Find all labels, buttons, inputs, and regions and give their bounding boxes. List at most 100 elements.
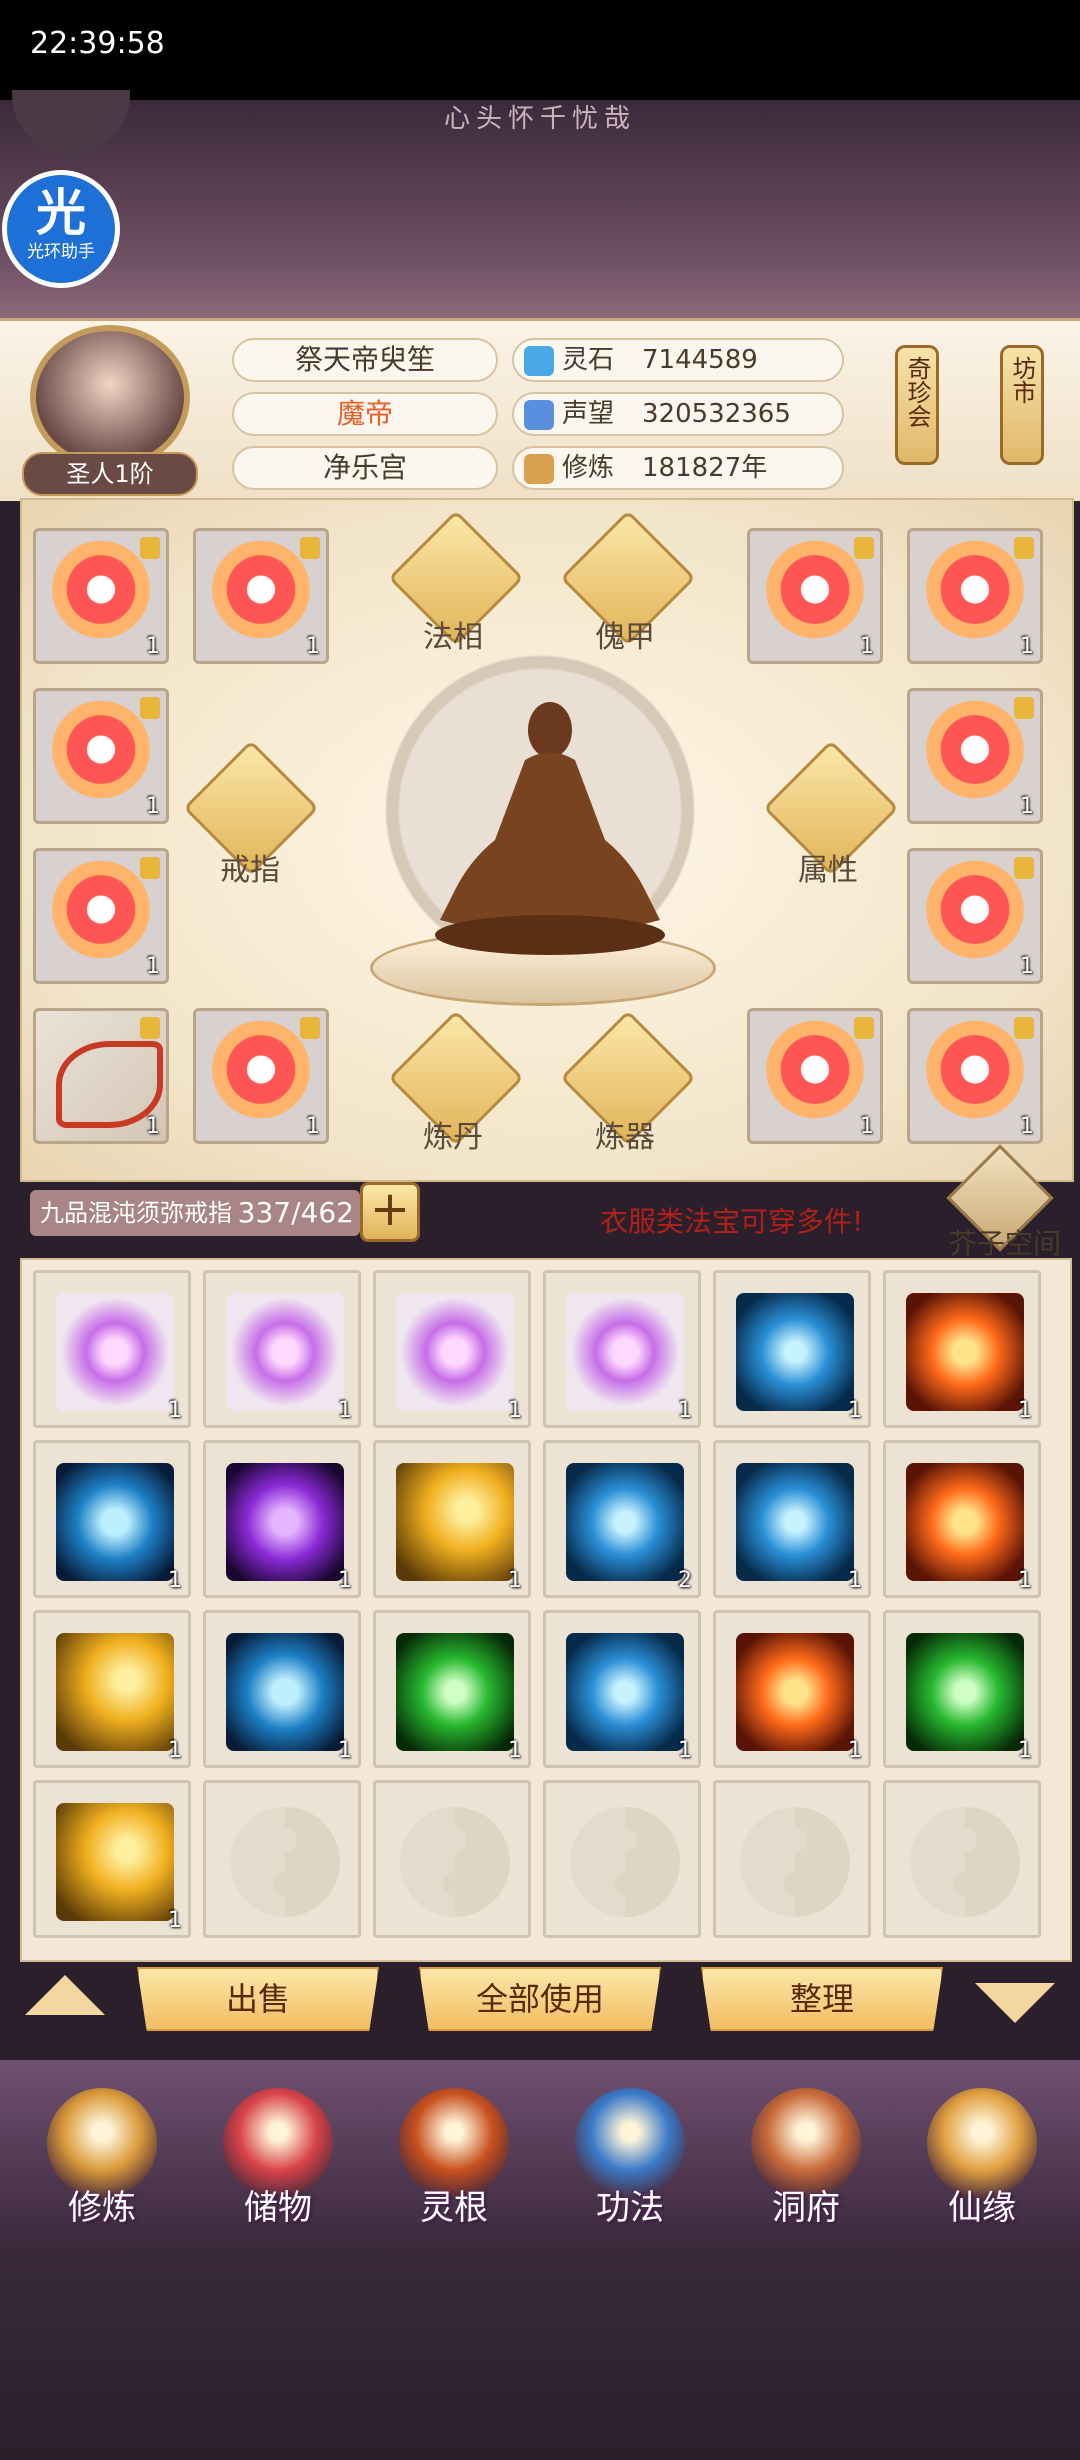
bag-item[interactable]: 2 [543, 1440, 701, 1598]
empty-bag-slot[interactable] [203, 1780, 361, 1938]
cultivation-icon [524, 453, 554, 484]
bag-item[interactable]: 1 [713, 1610, 871, 1768]
empty-bag-slot[interactable] [543, 1780, 701, 1938]
lock-icon [1014, 1017, 1034, 1039]
bag-item[interactable]: 1 [203, 1440, 361, 1598]
blue-item-icon [736, 1293, 854, 1411]
helper-badge[interactable]: 光 光环助手 [2, 170, 120, 288]
bag-item[interactable]: 1 [33, 1440, 191, 1598]
equipped-slot[interactable]: 1 [193, 528, 329, 664]
bag-item[interactable]: 1 [543, 1610, 701, 1768]
market-button[interactable]: 坊市 [1000, 345, 1044, 465]
nav-item-2[interactable]: 灵根 [374, 2080, 534, 2250]
bag-item[interactable]: 1 [543, 1270, 701, 1428]
nav-item-3[interactable]: 功法 [550, 2080, 710, 2250]
item-count: 1 [508, 1568, 522, 1593]
nav-item-4[interactable]: 洞府 [726, 2080, 886, 2250]
empty-bag-slot[interactable] [713, 1780, 871, 1938]
lock-icon [300, 537, 320, 559]
purple-item-icon [226, 1463, 344, 1581]
gold-item-icon [396, 1463, 514, 1581]
expand-storage-button[interactable]: + [360, 1182, 420, 1242]
status-bar: 22:39:58 [0, 0, 1080, 100]
ghost-item-icon [56, 1463, 174, 1581]
bag-item[interactable]: 1 [373, 1440, 531, 1598]
bag-item[interactable]: 1 [203, 1270, 361, 1428]
page-down-arrow-icon[interactable] [975, 1983, 1055, 2023]
equipped-slot[interactable]: 1 [907, 848, 1043, 984]
lock-icon [140, 857, 160, 879]
equipped-slot[interactable]: 1 [747, 1008, 883, 1144]
bag-item[interactable]: 1 [373, 1270, 531, 1428]
equipped-slot[interactable]: 1 [33, 688, 169, 824]
equipped-slot[interactable]: 1 [907, 528, 1043, 664]
poem-text: 心头怀千忧哉 [443, 104, 636, 134]
lock-icon [140, 537, 160, 559]
equipped-slot[interactable]: 1 [907, 688, 1043, 824]
player-faction: 净乐宫 [232, 446, 498, 490]
bag-item[interactable]: 1 [33, 1610, 191, 1768]
stat-value: 320532365 [642, 399, 791, 429]
item-count: 1 [1020, 634, 1034, 659]
equipped-slot[interactable]: 1 [33, 528, 169, 664]
player-name: 祭天帝臾笙 [232, 338, 498, 382]
item-count: 1 [508, 1398, 522, 1423]
bag-item[interactable]: 1 [883, 1610, 1041, 1768]
gold-item-icon [56, 1803, 174, 1921]
bag-item[interactable]: 1 [33, 1270, 191, 1428]
bag-item[interactable]: 1 [373, 1610, 531, 1768]
item-count: 2 [678, 1568, 692, 1593]
mustard-space-label[interactable]: 芥子空间 [940, 1222, 1070, 1262]
equipped-slot[interactable]: 1 [747, 528, 883, 664]
stat-label: 声望 [562, 399, 615, 429]
fire-item-icon [736, 1633, 854, 1751]
item-count: 1 [168, 1908, 182, 1933]
market-label: 坊市 [1008, 356, 1036, 404]
storage-ring-name: 九品混沌须弥戒指 [40, 1199, 232, 1227]
bag-item[interactable]: 1 [203, 1610, 361, 1768]
empty-bag-slot[interactable] [883, 1780, 1041, 1938]
avatar[interactable] [30, 325, 190, 470]
nav-item-1[interactable]: 储物 [198, 2080, 358, 2250]
equipped-slot[interactable]: 1 [33, 848, 169, 984]
equipped-slot[interactable]: 1 [33, 1008, 169, 1144]
item-count: 1 [306, 1114, 320, 1139]
bag-item[interactable]: 1 [713, 1270, 871, 1428]
equipped-slot[interactable]: 1 [907, 1008, 1043, 1144]
kui-jia-label: 傀甲 [595, 620, 655, 655]
equipped-slot[interactable]: 1 [193, 1008, 329, 1144]
nav-item-0[interactable]: 修炼 [22, 2080, 182, 2250]
empty-bag-slot[interactable] [373, 1780, 531, 1938]
lock-icon [854, 1017, 874, 1039]
sell-button[interactable]: 出售 [137, 1967, 379, 2031]
lock-icon [1014, 697, 1034, 719]
bag-item[interactable]: 1 [883, 1440, 1041, 1598]
stat-2: 修炼 181827年 [512, 446, 844, 490]
stat-label: 灵石 [562, 345, 615, 375]
bag-item[interactable]: 1 [33, 1780, 191, 1938]
blue-item-icon [566, 1633, 684, 1751]
use-all-button[interactable]: 全部使用 [419, 1967, 661, 2031]
fire-item-icon [906, 1293, 1024, 1411]
item-count: 1 [146, 954, 160, 979]
item-count: 1 [1020, 794, 1034, 819]
green-item-icon [396, 1633, 514, 1751]
nav-label: 仙缘 [948, 2188, 1016, 2228]
nav-item-5[interactable]: 仙缘 [902, 2080, 1062, 2250]
shop-treasure-button[interactable]: 奇珍会 [895, 345, 939, 465]
yin-yang-placeholder-icon [740, 1807, 850, 1917]
equip-hint: 衣服类法宝可穿多件! [600, 1205, 864, 1238]
bag-item[interactable]: 1 [713, 1440, 871, 1598]
bottom-background [0, 2240, 1080, 2460]
shop-treasure-label: 奇珍会 [903, 356, 931, 428]
yin-yang-placeholder-icon [230, 1807, 340, 1917]
crystal-item-icon [56, 1293, 174, 1411]
bag-item[interactable]: 1 [883, 1270, 1041, 1428]
blue-item-icon [566, 1463, 684, 1581]
sort-button[interactable]: 整理 [701, 1967, 943, 2031]
item-count: 1 [146, 794, 160, 819]
page-up-arrow-icon[interactable] [25, 1975, 105, 2015]
storage-capacity-count: 337/462 [237, 1196, 354, 1229]
nav-label: 修炼 [68, 2188, 136, 2228]
spirit-stone-icon [524, 345, 554, 376]
